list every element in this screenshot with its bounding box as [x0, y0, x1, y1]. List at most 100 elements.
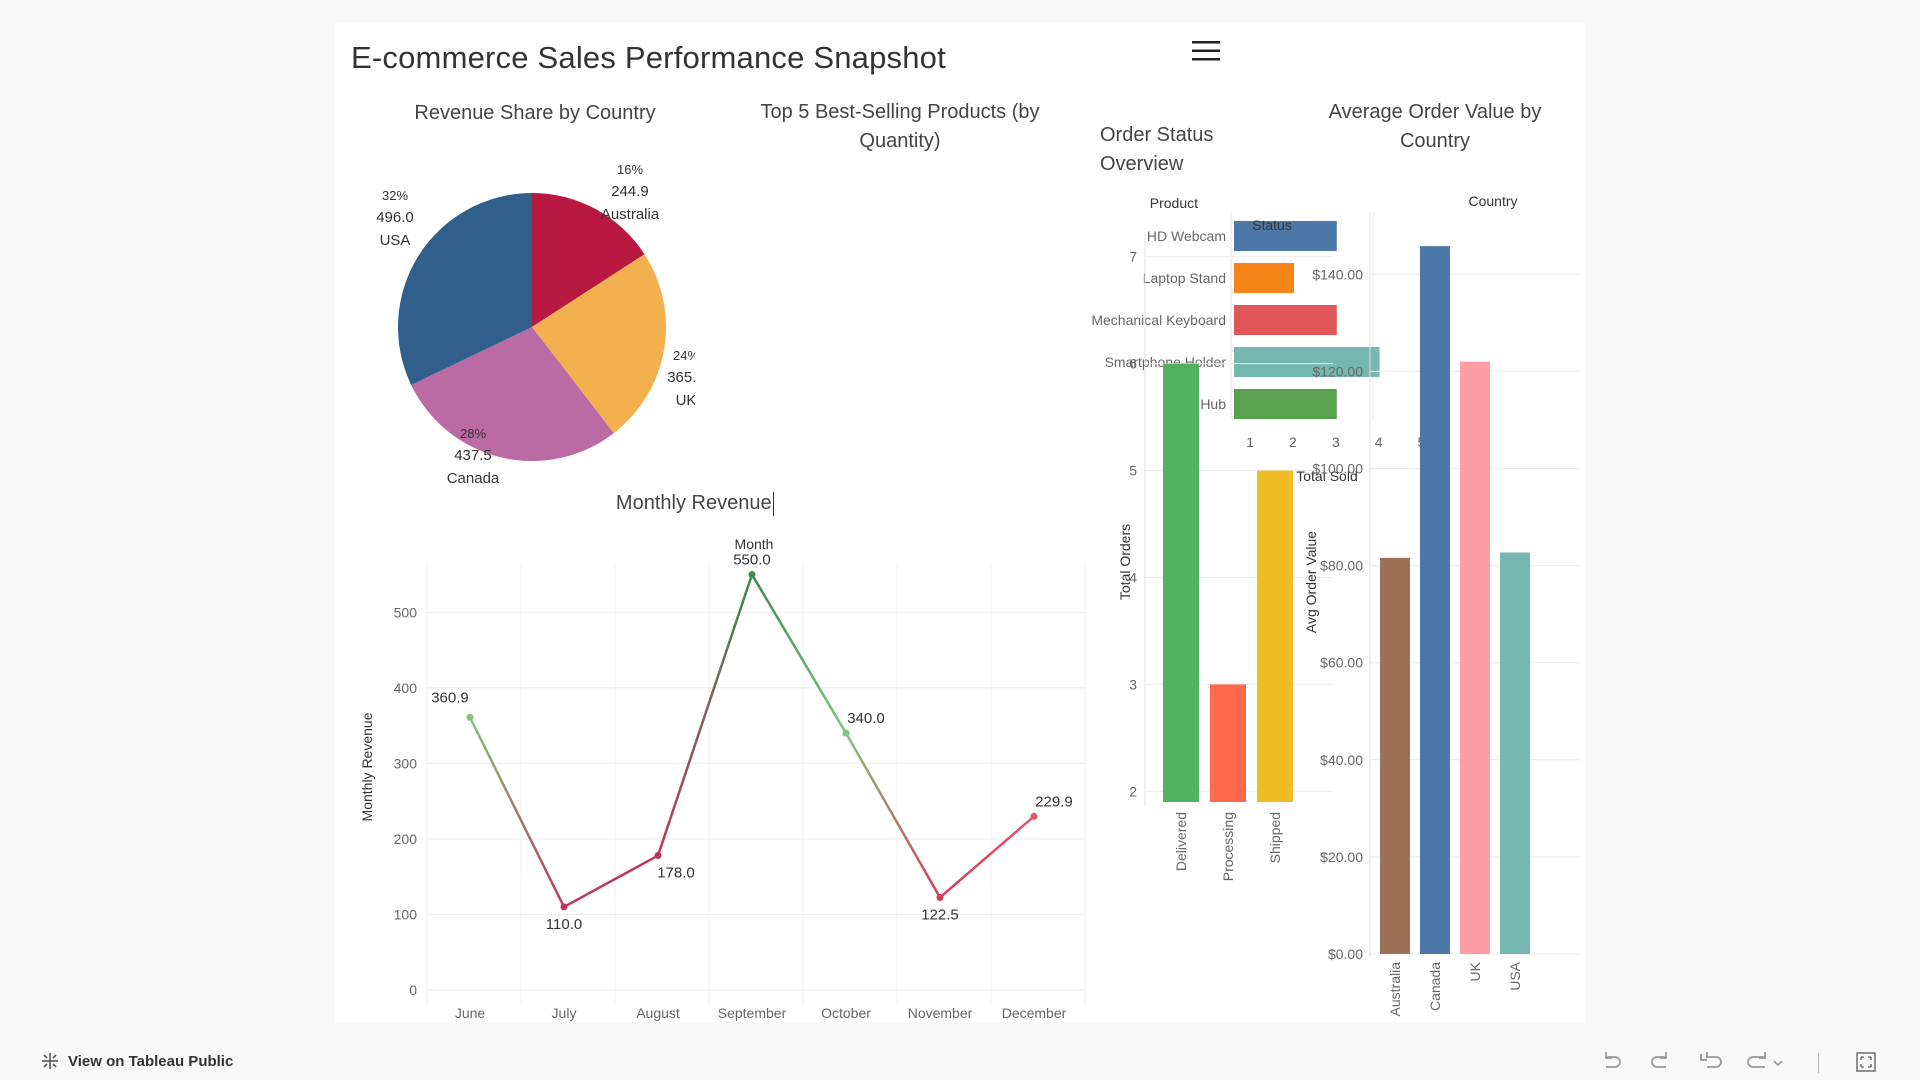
status-x-axis-title: Status: [1252, 217, 1292, 233]
monthly-data-label: 229.9: [1035, 793, 1073, 810]
aov-y-tick-label: $100.00: [1312, 460, 1363, 476]
monthly-x-tick-label: September: [718, 1005, 787, 1021]
aov-y-tick-label: $80.00: [1320, 558, 1363, 574]
monthly-line-segment: [468, 716, 566, 908]
pie-country-label-uk: UK: [676, 392, 695, 409]
aov-y-axis-title: Avg Order Value: [1303, 531, 1319, 633]
status-y-tick-label: 2: [1129, 783, 1137, 799]
monthly-data-label: 340.0: [847, 710, 885, 727]
text-cursor: [772, 491, 775, 516]
monthly-x-tick-label: December: [1002, 1005, 1067, 1021]
monthly-point: [654, 852, 662, 860]
monthly-x-tick-label: November: [908, 1005, 973, 1021]
monthly-x-tick-label: August: [636, 1005, 680, 1021]
pie-chart-title: Revenue Share by Country: [414, 102, 656, 124]
aov-category-label: Australia: [1387, 962, 1403, 1017]
aov-bar-chart: Country $0.00 $20.00 $40.00 $60.00 $80.00 $100…: [1303, 193, 1580, 1017]
page-title: E-commerce Sales Performance Snapshot: [351, 40, 946, 75]
footer-toolbar: View on Tableau Public: [0, 1035, 1920, 1080]
revenue-share-pie-chart: 16% 244.9 Australia 24% 365.9 UK 28% 437.5 Canad…: [376, 162, 695, 487]
aov-y-tick-label: $40.00: [1320, 752, 1363, 768]
monthly-chart-title-text: Monthly Revenue: [615, 492, 772, 514]
status-y-tick-label: 7: [1129, 249, 1137, 265]
monthly-y-tick-label: 400: [394, 680, 418, 696]
revert-icon[interactable]: [1697, 1049, 1725, 1075]
monthly-x-tick-label: June: [455, 1005, 486, 1021]
monthly-line-segment: [563, 854, 659, 909]
aov-bar-usa: [1500, 552, 1530, 954]
status-category-label: Shipped: [1267, 812, 1283, 863]
monthly-data-label: 178.0: [657, 865, 695, 882]
status-category-label: Processing: [1220, 812, 1236, 881]
monthly-point: [1030, 812, 1038, 820]
monthly-data-label: 122.5: [921, 906, 959, 923]
monthly-y-tick-label: 100: [394, 906, 418, 922]
pie-value-label-canada: 437.5: [454, 447, 492, 464]
pie-country-label-australia: Australia: [601, 206, 660, 223]
redo-icon[interactable]: [1648, 1049, 1674, 1075]
aov-category-label: USA: [1507, 961, 1523, 990]
view-on-tableau-label: View on Tableau Public: [68, 1052, 234, 1070]
aov-chart-title: Average Order Value by Country: [1328, 101, 1542, 152]
monthly-point: [466, 713, 474, 721]
hamburger-menu-icon[interactable]: [1189, 36, 1223, 66]
tableau-logo-icon: [42, 1053, 58, 1069]
pie-country-label-canada: Canada: [447, 470, 500, 487]
pie-pct-label-australia: 16%: [617, 162, 643, 177]
aov-category-label: UK: [1467, 961, 1483, 981]
monthly-line-segment: [939, 815, 1035, 899]
monthly-line-segment: [656, 574, 754, 856]
status-y-tick-label: 5: [1129, 463, 1137, 479]
status-bar-processing: [1210, 684, 1246, 802]
monthly-y-axis-title: Monthly Revenue: [359, 712, 375, 821]
status-bar-delivered: [1163, 363, 1199, 802]
products-chart-title: Top 5 Best-Selling Products (by Quantity…: [760, 101, 1040, 152]
monthly-x-axis-title: Month: [735, 536, 774, 552]
status-category-label: Delivered: [1173, 812, 1189, 871]
monthly-data-label: 550.0: [733, 552, 771, 569]
monthly-y-tick-label: 0: [409, 982, 417, 998]
aov-bar-uk: [1460, 361, 1490, 954]
monthly-chart-title: Monthly Revenue: [575, 491, 815, 516]
monthly-data-label: 110.0: [546, 916, 582, 933]
pie-pct-label-uk: 24%: [673, 348, 695, 363]
monthly-point: [748, 571, 756, 579]
monthly-line-segment: [844, 732, 942, 899]
status-bar-shipped: [1257, 470, 1293, 802]
monthly-point: [842, 729, 850, 737]
monthly-y-tick-label: 500: [394, 604, 418, 620]
aov-y-tick-label: $20.00: [1320, 849, 1363, 865]
monthly-data-label: 360.9: [431, 689, 469, 706]
pie-value-label-uk: 365.9: [667, 369, 695, 386]
pie-pct-label-usa: 32%: [382, 188, 408, 203]
status-y-axis-title: Total Orders: [1117, 524, 1133, 600]
aov-x-axis-title: Country: [1468, 193, 1517, 209]
pie-value-label-usa: 496.0: [376, 209, 414, 226]
view-on-tableau-link[interactable]: View on Tableau Public: [40, 1051, 233, 1071]
aov-y-tick-label: $140.00: [1312, 266, 1363, 282]
pie-value-label-australia: 244.9: [611, 183, 649, 200]
status-y-tick-label: 3: [1129, 676, 1137, 692]
status-chart-title: Order Status Overview: [1100, 124, 1214, 175]
monthly-x-tick-label: July: [552, 1005, 577, 1021]
pie-pct-label-canada: 28%: [460, 426, 486, 441]
monthly-point: [936, 893, 944, 901]
status-y-tick-label: 6: [1129, 356, 1137, 372]
monthly-line-segment: [750, 573, 848, 734]
aov-y-tick-label: $60.00: [1320, 655, 1363, 671]
undo-icon[interactable]: [1598, 1049, 1624, 1075]
monthly-point: [560, 903, 568, 911]
toolbar-divider: [1818, 1053, 1819, 1073]
aov-bar-australia: [1380, 557, 1410, 954]
aov-y-tick-label: $120.00: [1312, 363, 1363, 379]
monthly-y-tick-label: 200: [394, 831, 418, 847]
fullscreen-icon[interactable]: [1853, 1049, 1879, 1075]
aov-bar-canada: [1420, 246, 1450, 955]
monthly-revenue-line-chart: Month 0 100 200 300 400 500 Monthly Revenue 360.…: [359, 536, 1086, 1021]
share-icon[interactable]: [1745, 1049, 1785, 1075]
monthly-x-tick-label: October: [821, 1005, 871, 1021]
aov-y-tick-label: $0.00: [1328, 946, 1363, 962]
pie-country-label-usa: USA: [380, 232, 411, 249]
monthly-y-tick-label: 300: [394, 755, 418, 771]
dashboard: E-commerce Sales Performance Snapshot Re…: [335, 22, 1585, 1022]
